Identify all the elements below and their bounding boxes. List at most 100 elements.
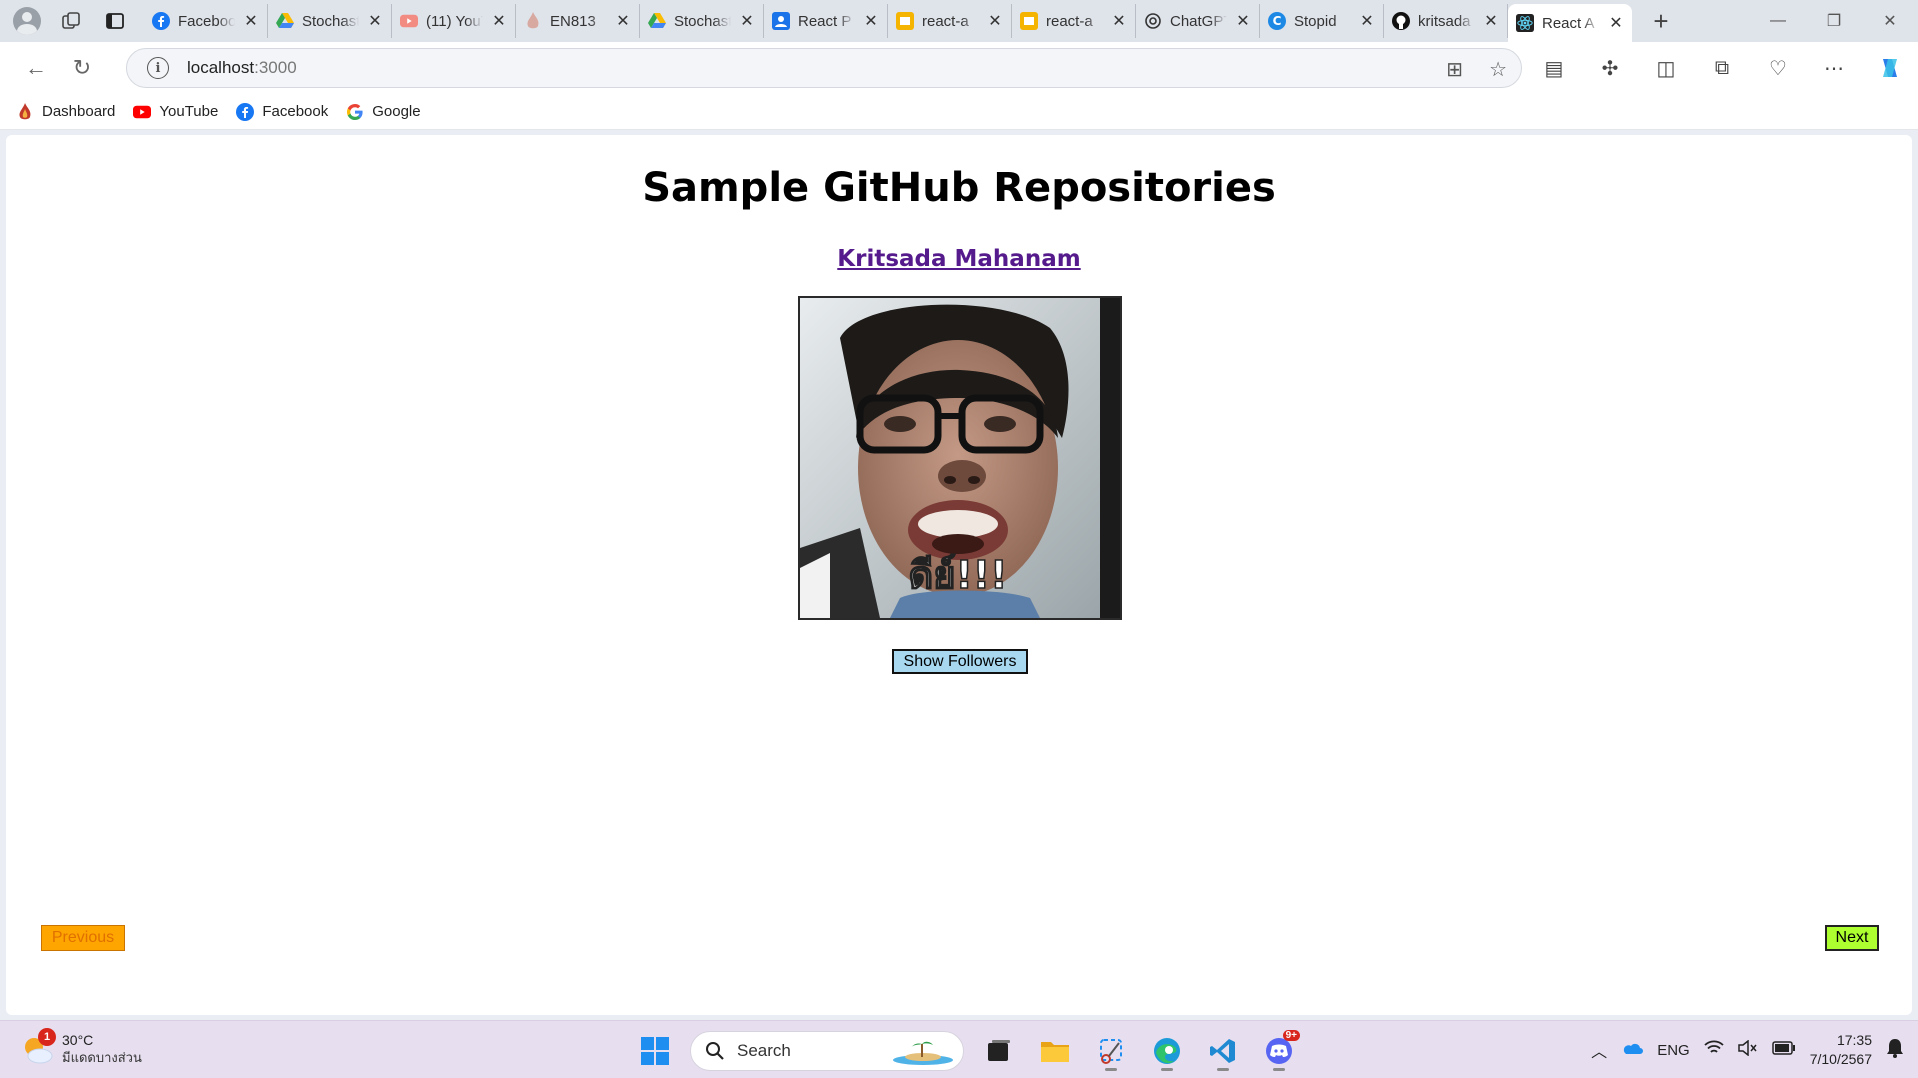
minimize-button[interactable]: — — [1750, 0, 1806, 42]
wifi-icon[interactable] — [1704, 1040, 1724, 1060]
user-avatar-image: ดีย์!!! — [798, 296, 1122, 620]
back-button[interactable]: ← — [14, 48, 58, 88]
address-bar[interactable]: i localhost:3000 ⊞ ☆ — [126, 48, 1522, 88]
tab-label: Stochastic — [674, 12, 731, 30]
notification-bell-icon[interactable] — [1886, 1038, 1904, 1062]
facebook-icon — [236, 102, 255, 121]
task-view-button[interactable] — [978, 1030, 1020, 1072]
bookmark-label: Google — [372, 103, 421, 120]
github-icon — [1392, 12, 1410, 30]
previous-button[interactable]: Previous — [41, 925, 125, 951]
refresh-icon: ↻ — [72, 55, 92, 80]
collections-icon: ⧉ — [1714, 56, 1730, 79]
bookmark-dashboard[interactable]: Dashboard — [16, 102, 115, 121]
favorite-star-icon[interactable]: ☆ — [1489, 57, 1507, 82]
edge-browser-icon — [1154, 1038, 1180, 1064]
split-screen-button[interactable]: ◫ — [1638, 42, 1694, 94]
vscode-icon — [1210, 1039, 1235, 1063]
close-tab-icon[interactable]: ✕ — [367, 11, 383, 31]
tab-actions-button[interactable] — [100, 6, 130, 36]
extensions-button[interactable]: ✣ — [1582, 42, 1638, 94]
vscode-taskbar-button[interactable] — [1202, 1030, 1244, 1072]
tab-react-a-slides-2[interactable]: react-a ✕ — [1012, 4, 1136, 38]
user-profile-link[interactable]: Kritsada Mahanam — [837, 246, 1080, 272]
reading-view-icon: ▤ — [1544, 57, 1564, 80]
split-screen-icon: ◫ — [1656, 57, 1676, 80]
language-indicator[interactable]: ENG — [1657, 1042, 1690, 1059]
search-highlight-island-icon — [893, 1041, 953, 1065]
close-tab-icon[interactable]: ✕ — [1359, 11, 1375, 31]
edge-taskbar-button[interactable] — [1146, 1030, 1188, 1072]
profile-avatar-icon — [13, 7, 41, 35]
tab-stopid[interactable]: C Stopid ✕ — [1260, 4, 1384, 38]
tab-react-app-active[interactable]: React A ✕ — [1508, 4, 1632, 42]
taskbar-search-box[interactable]: Search — [690, 1031, 964, 1071]
restore-button[interactable]: ❐ — [1806, 0, 1862, 42]
running-indicator — [1217, 1068, 1229, 1071]
next-button[interactable]: Next — [1825, 925, 1879, 951]
browser-essentials-button[interactable]: ♡ — [1750, 42, 1806, 94]
workspaces-button[interactable] — [56, 6, 86, 36]
system-clock[interactable]: 17:35 7/10/2567 — [1810, 1031, 1872, 1069]
close-tab-icon[interactable]: ✕ — [491, 11, 507, 31]
dashboard-flame-icon — [16, 102, 34, 121]
show-followers-button[interactable]: Show Followers — [892, 649, 1028, 674]
running-indicator — [1161, 1068, 1173, 1071]
bookmark-youtube[interactable]: YouTube — [133, 103, 218, 121]
settings-more-button[interactable]: ⋯ — [1806, 42, 1862, 94]
snipping-tool-button[interactable] — [1090, 1030, 1132, 1072]
copilot-button[interactable] — [1862, 42, 1918, 94]
tab-stochastic-2[interactable]: Stochastic ✕ — [640, 4, 764, 38]
close-tab-icon[interactable]: ✕ — [1483, 11, 1499, 31]
user-name-heading: Kritsada Mahanam — [6, 245, 1912, 272]
tab-label: Stopid — [1294, 12, 1337, 30]
windows-taskbar: 1 30°C มีแดดบางส่วน Search 9+ ︿ ENG 17:3… — [0, 1020, 1918, 1078]
facebook-icon — [152, 12, 170, 30]
site-info-icon[interactable]: i — [147, 57, 169, 79]
tab-label: EN813 — [550, 12, 596, 30]
tab-react-p[interactable]: React P ✕ — [764, 4, 888, 38]
address-toolbar: ← ↻ i localhost:3000 ⊞ ☆ ▤ ✣ ◫ ⧉ ♡ ⋯ — [0, 42, 1918, 94]
heart-pulse-icon: ♡ — [1769, 57, 1787, 80]
start-button[interactable] — [634, 1030, 676, 1072]
profile-button[interactable] — [12, 6, 42, 36]
reading-view-button[interactable]: ▤ — [1526, 42, 1582, 94]
close-tab-icon[interactable]: ✕ — [739, 11, 755, 31]
show-hidden-icons-chevron-icon[interactable]: ︿ — [1591, 1038, 1607, 1062]
volume-muted-icon[interactable] — [1737, 1039, 1758, 1060]
weather-widget[interactable]: 1 30°C มีแดดบางส่วน — [20, 1028, 142, 1067]
file-explorer-button[interactable] — [1034, 1030, 1076, 1072]
bookmark-facebook[interactable]: Facebook — [236, 102, 328, 121]
close-tab-icon[interactable]: ✕ — [987, 11, 1003, 31]
discord-taskbar-button[interactable]: 9+ — [1258, 1030, 1300, 1072]
close-tab-icon[interactable]: ✕ — [863, 11, 879, 31]
svg-text:C: C — [1273, 14, 1282, 28]
tab-strip: Facebook ✕ Stochastic ✕ (11) YouTube ✕ E… — [0, 0, 1918, 42]
bookmark-label: YouTube — [159, 103, 219, 120]
onedrive-sync-icon[interactable] — [1621, 1040, 1644, 1060]
bookmark-google[interactable]: Google — [346, 103, 421, 121]
react-icon — [1516, 14, 1534, 32]
tab-github[interactable]: kritsada ✕ — [1384, 4, 1508, 38]
close-tab-icon[interactable]: ✕ — [1111, 11, 1127, 31]
chatgpt-icon — [1144, 12, 1162, 30]
tab-chatgpt[interactable]: ChatGPT ✕ — [1136, 4, 1260, 38]
tab-en813[interactable]: EN813 ✕ — [516, 4, 640, 38]
close-tab-icon[interactable]: ✕ — [243, 11, 259, 31]
extensions-puzzle-icon: ✣ — [1601, 57, 1619, 80]
refresh-button[interactable]: ↻ — [60, 48, 104, 88]
close-tab-icon[interactable]: ✕ — [1608, 13, 1624, 33]
battery-icon[interactable] — [1771, 1041, 1796, 1059]
app-available-icon[interactable]: ⊞ — [1446, 57, 1463, 82]
tab-youtube[interactable]: (11) YouTube ✕ — [392, 4, 516, 38]
collections-button[interactable]: ⧉ — [1694, 42, 1750, 94]
tab-stochastic[interactable]: Stochastic ✕ — [268, 4, 392, 38]
tab-facebook[interactable]: Facebook ✕ — [144, 4, 268, 38]
tab-react-a-slides[interactable]: react-a ✕ — [888, 4, 1012, 38]
new-tab-button[interactable]: + — [1646, 6, 1676, 37]
close-tab-icon[interactable]: ✕ — [615, 11, 631, 31]
tab-label: Stochastic — [302, 12, 359, 30]
close-window-button[interactable]: ✕ — [1862, 0, 1918, 42]
close-tab-icon[interactable]: ✕ — [1235, 11, 1251, 31]
temperature-text: 30°C — [62, 1032, 94, 1048]
